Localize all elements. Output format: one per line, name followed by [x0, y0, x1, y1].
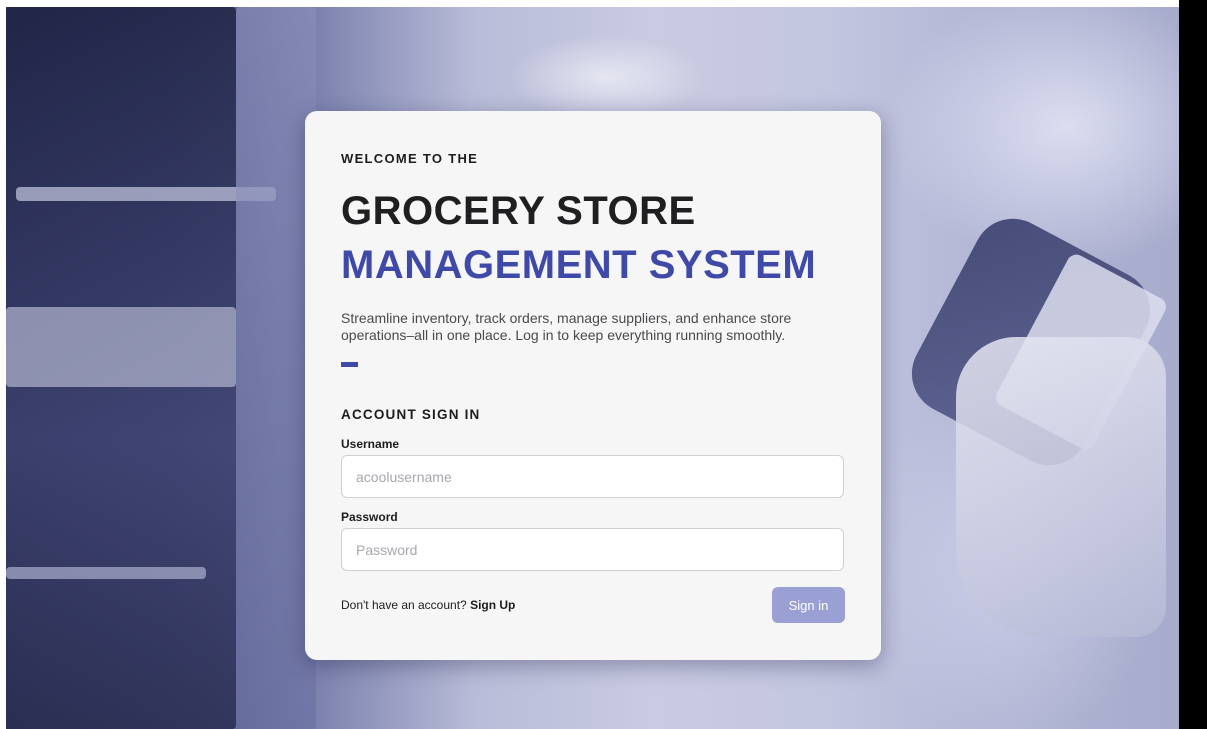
shelf-shape	[236, 7, 316, 729]
password-input[interactable]	[341, 528, 844, 571]
page-title-line2: MANAGEMENT SYSTEM	[341, 243, 817, 287]
signup-prompt: Don't have an account? Sign Up	[341, 598, 515, 612]
shelf-shape	[6, 567, 206, 579]
shelf-shape	[6, 307, 236, 387]
no-account-text: Don't have an account?	[341, 598, 467, 612]
username-input[interactable]	[341, 455, 844, 498]
tagline-text: Streamline inventory, track orders, mana…	[341, 310, 792, 343]
sign-in-button[interactable]: Sign in	[772, 587, 845, 623]
screen-edge	[1179, 0, 1207, 729]
username-label: Username	[341, 437, 400, 451]
page-title-line1: GROCERY STORE	[341, 189, 696, 233]
login-card: WELCOME TO THE GROCERY STORE MANAGEMENT …	[305, 111, 881, 660]
sign-in-heading: ACCOUNT SIGN IN	[341, 407, 481, 422]
password-label: Password	[341, 510, 398, 524]
sign-up-link[interactable]: Sign Up	[470, 598, 515, 612]
welcome-eyebrow: WELCOME TO THE	[341, 151, 479, 166]
accent-divider	[341, 362, 358, 367]
hand-shape	[956, 337, 1166, 637]
